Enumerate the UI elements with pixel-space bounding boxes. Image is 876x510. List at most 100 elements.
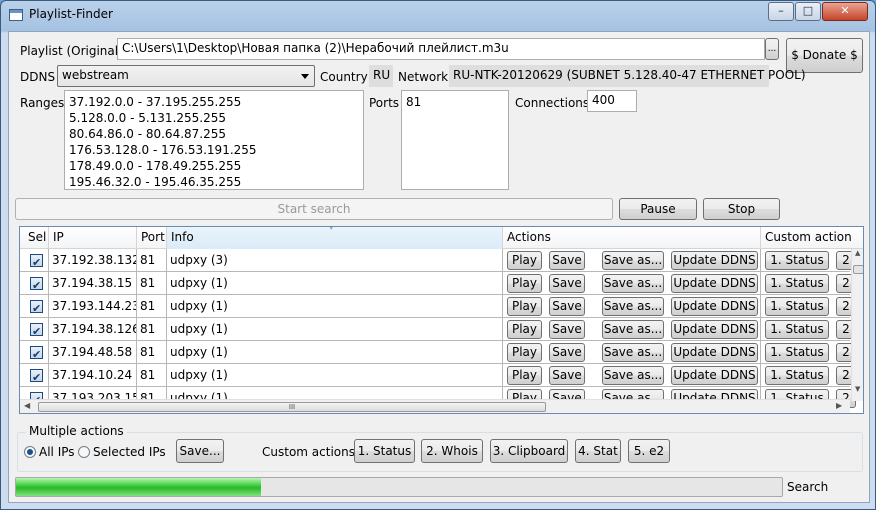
update-ddns-button[interactable]: Update DDNS: [671, 366, 758, 385]
row-status-button[interactable]: 1. Status: [765, 251, 829, 270]
custom-whois-button[interactable]: 2. Whois: [421, 439, 483, 463]
update-ddns-button[interactable]: Update DDNS: [671, 297, 758, 316]
play-button[interactable]: Play: [507, 366, 542, 385]
column-ip[interactable]: IP: [49, 227, 137, 249]
minimize-button[interactable]: –: [768, 2, 794, 21]
scroll-left-icon[interactable]: ◀: [24, 401, 30, 410]
start-search-button[interactable]: Start search: [15, 198, 613, 220]
update-ddns-button[interactable]: Update DDNS: [671, 343, 758, 362]
country-value: RU: [369, 65, 393, 87]
vertical-scroll-thumb[interactable]: [853, 265, 863, 274]
save-button[interactable]: Save: [549, 274, 585, 293]
table-row[interactable]: 37.194.38.12681udpxy (1)Play Save Save as.…: [20, 318, 856, 341]
range-line: 37.192.0.0 - 37.195.255.255: [69, 95, 242, 109]
row-select-checkbox[interactable]: [30, 298, 43, 317]
close-button[interactable]: ✕: [822, 2, 868, 21]
play-button[interactable]: Play: [507, 251, 542, 270]
save-as-button[interactable]: Save as...: [602, 320, 664, 339]
selected-ips-radio[interactable]: [78, 446, 90, 458]
info-cell: udpxy (1): [167, 364, 503, 386]
custom-stat-button[interactable]: 4. Stat: [575, 439, 621, 463]
custom-clipboard-button[interactable]: 3. Clipboard: [490, 439, 568, 463]
play-button[interactable]: Play: [507, 320, 542, 339]
row-status-button[interactable]: 1. Status: [765, 274, 829, 293]
table-row[interactable]: 37.194.10.2481udpxy (1)Play Save Save as..…: [20, 364, 856, 387]
save-button[interactable]: Save: [549, 251, 585, 270]
save-as-button[interactable]: Save as...: [602, 274, 664, 293]
save-as-button[interactable]: Save as...: [602, 297, 664, 316]
save-as-button[interactable]: Save as...: [602, 366, 664, 385]
column-custom-actions[interactable]: Custom actions: [761, 227, 851, 249]
update-ddns-button[interactable]: Update DDNS: [671, 274, 758, 293]
info-cell: udpxy (3): [167, 249, 503, 271]
selected-ips-label[interactable]: Selected IPs: [93, 445, 166, 459]
ranges-textarea[interactable]: 37.192.0.0 - 37.195.255.255 5.128.0.0 - …: [64, 90, 364, 190]
play-button[interactable]: Play: [507, 343, 542, 362]
save-button[interactable]: Save: [549, 366, 585, 385]
row-status-button[interactable]: 1. Status: [765, 366, 829, 385]
row-select-cell: [24, 318, 49, 340]
browse-button[interactable]: ...: [765, 38, 779, 60]
stop-button[interactable]: Stop: [703, 198, 780, 220]
connections-input[interactable]: 400: [587, 90, 637, 112]
custom-e2-button[interactable]: 5. e2: [628, 439, 670, 463]
save-button[interactable]: Save: [549, 297, 585, 316]
port-cell: 81: [137, 341, 167, 363]
vertical-scrollbar[interactable]: ▲ ▼: [851, 249, 863, 401]
row-select-checkbox[interactable]: [30, 321, 43, 340]
update-ddns-button[interactable]: Update DDNS: [671, 320, 758, 339]
column-info-label: Info: [171, 230, 194, 244]
main-panel: Playlist (Original): C:\Users\1\Desktop\…: [8, 31, 870, 503]
pause-button[interactable]: Pause: [619, 198, 697, 220]
all-ips-label[interactable]: All IPs: [39, 445, 75, 459]
search-progress-bar: [15, 477, 783, 497]
table-row[interactable]: 37.194.48.5881udpxy (1)Play Save Save as..…: [20, 341, 856, 364]
column-actions[interactable]: Actions: [503, 227, 761, 249]
port-cell: 81: [137, 364, 167, 386]
horizontal-scrollbar[interactable]: ◀ III ▶: [20, 399, 850, 413]
row-select-checkbox[interactable]: [30, 252, 43, 271]
table-row[interactable]: 37.192.38.13281udpxy (3)Play Save Save as.…: [20, 249, 856, 272]
title-bar[interactable]: Playlist-Finder – □ ✕: [1, 1, 875, 31]
play-button[interactable]: Play: [507, 274, 542, 293]
scroll-up-icon[interactable]: ▲: [855, 249, 860, 257]
save-as-button[interactable]: Save as...: [602, 251, 664, 270]
table-row[interactable]: 37.194.38.1581udpxy (1)Play Save Save as..…: [20, 272, 856, 295]
column-info[interactable]: Info ▾: [167, 227, 503, 249]
scroll-right-icon[interactable]: ▶: [836, 401, 842, 410]
row-status-button[interactable]: 1. Status: [765, 320, 829, 339]
port-cell: 81: [137, 249, 167, 271]
range-line: 178.49.0.0 - 178.49.255.255: [69, 159, 242, 173]
save-as-button[interactable]: Save as...: [602, 343, 664, 362]
playlist-path-input[interactable]: C:\Users\1\Desktop\Новая папка (2)\Нераб…: [117, 38, 765, 60]
ddns-selected-value: webstream: [62, 68, 129, 82]
ip-cell: 37.194.10.24: [49, 364, 137, 386]
table-row[interactable]: 37.193.144.23381udpxy (1)Play Save Save as…: [20, 295, 856, 318]
column-port[interactable]: Port: [137, 227, 167, 249]
range-line: 5.128.0.0 - 5.131.255.255: [69, 111, 227, 125]
row-status-button[interactable]: 1. Status: [765, 343, 829, 362]
info-cell: udpxy (1): [167, 341, 503, 363]
row-select-checkbox[interactable]: [30, 275, 43, 294]
save-button[interactable]: Save: [549, 320, 585, 339]
ddns-select[interactable]: webstream: [57, 65, 315, 87]
row-select-checkbox[interactable]: [30, 367, 43, 386]
maximize-button[interactable]: □: [795, 2, 821, 21]
ports-textarea[interactable]: 81: [401, 90, 509, 190]
country-label: Country: [320, 70, 368, 84]
multiple-save-button[interactable]: Save...: [176, 439, 224, 463]
all-ips-radio[interactable]: [24, 446, 36, 458]
row-select-checkbox[interactable]: [30, 344, 43, 363]
info-cell: udpxy (1): [167, 318, 503, 340]
ports-label: Ports: [369, 96, 400, 110]
custom-status-button[interactable]: 1. Status: [354, 439, 415, 463]
horizontal-scroll-thumb[interactable]: III: [38, 402, 546, 412]
play-button[interactable]: Play: [507, 297, 542, 316]
row-status-button[interactable]: 1. Status: [765, 297, 829, 316]
save-button[interactable]: Save: [549, 343, 585, 362]
range-line: 80.64.86.0 - 80.64.87.255: [69, 127, 227, 141]
update-ddns-button[interactable]: Update DDNS: [671, 251, 758, 270]
range-line: 195.46.32.0 - 195.46.35.255: [69, 175, 242, 189]
scroll-down-icon[interactable]: ▼: [855, 385, 860, 393]
column-sel[interactable]: Sel: [24, 227, 49, 249]
